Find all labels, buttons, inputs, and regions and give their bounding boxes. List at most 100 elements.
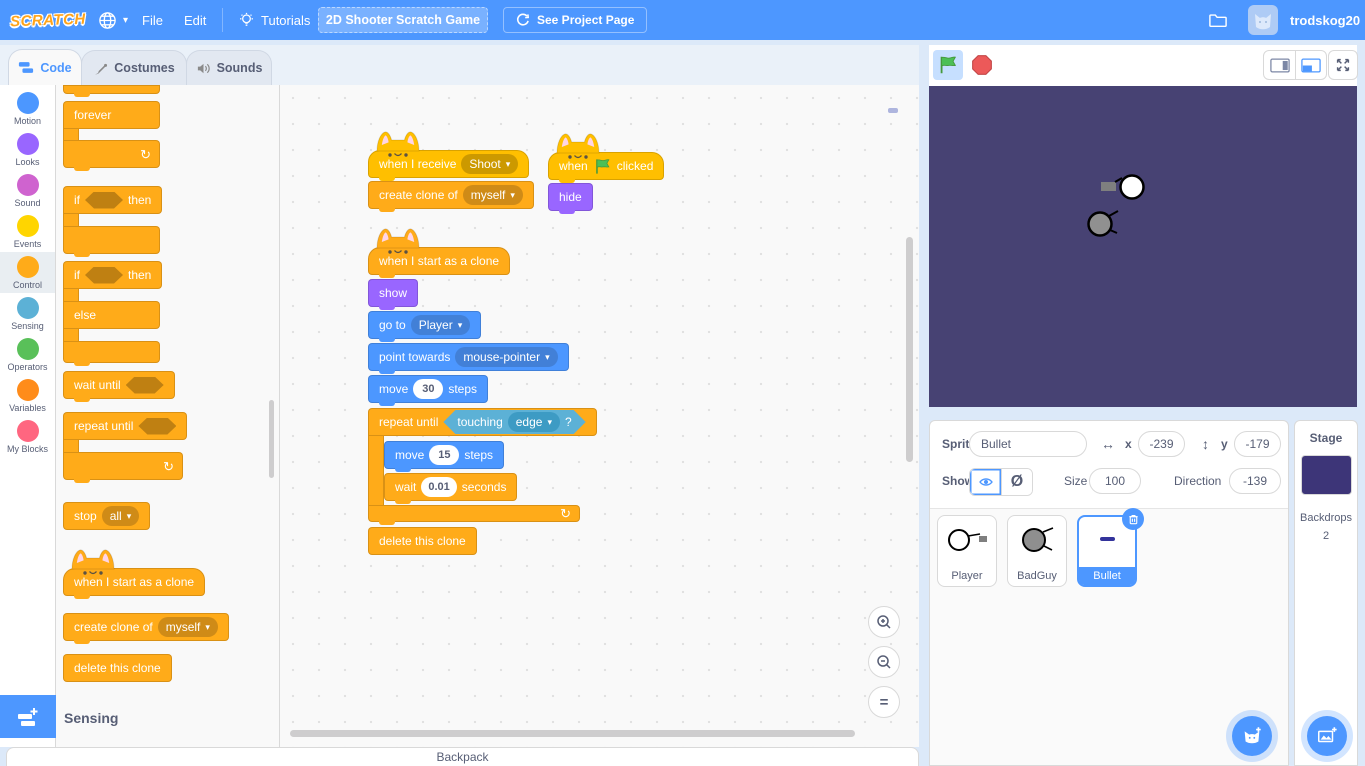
palette-block-if-else[interactable]: ifthen	[63, 261, 162, 289]
palette-scrollbar[interactable]	[269, 400, 274, 478]
palette-block-partial[interactable]	[63, 85, 160, 94]
palette-block-forever-end[interactable]: ↻	[63, 140, 160, 168]
broadcast-dropdown[interactable]: Shoot	[461, 154, 518, 174]
tab-code[interactable]: Code	[8, 49, 82, 85]
hide-sprite-button[interactable]: Ø	[1001, 469, 1032, 495]
palette-block-if-spine[interactable]	[63, 214, 79, 226]
boolean-slot[interactable]	[138, 418, 176, 435]
block-repeat-until[interactable]: repeat until touching edge ?	[368, 408, 597, 436]
palette-block-if-end[interactable]	[63, 226, 160, 254]
palette-block-wait-until[interactable]: wait until	[63, 371, 175, 399]
category-myblocks[interactable]: My Blocks	[0, 416, 55, 457]
block-point-towards[interactable]: point towards mouse-pointer	[368, 343, 569, 371]
palette-block-create-clone[interactable]: create clone ofmyself	[63, 613, 229, 641]
palette-block-delete-clone[interactable]: delete this clone	[63, 654, 172, 682]
block-move-15[interactable]: move 15 steps	[384, 441, 504, 469]
see-project-page-button[interactable]: See Project Page	[503, 7, 647, 33]
sprite-thumbnail-bullet[interactable]: Bullet	[1077, 515, 1137, 587]
fullscreen-button[interactable]	[1328, 50, 1358, 80]
scratch-logo[interactable]: SCRATCH	[9, 0, 86, 41]
palette-block-if-else-spine[interactable]	[63, 289, 79, 301]
move-steps-input[interactable]: 15	[429, 445, 459, 465]
large-stage-button[interactable]	[1295, 51, 1326, 79]
block-create-clone[interactable]: create clone of myself	[368, 181, 534, 209]
code-canvas[interactable]: when I receive Shoot create clone of mys…	[280, 85, 919, 747]
tab-sounds[interactable]: Sounds	[186, 50, 272, 85]
language-menu[interactable]: ▾	[90, 0, 136, 40]
sprite-direction-input[interactable]: -139	[1229, 468, 1281, 494]
palette-block-repeat-until-spine[interactable]	[63, 440, 79, 452]
block-touching-edge[interactable]: touching edge ?	[443, 410, 585, 434]
sprite-thumbnail-badguy[interactable]: BadGuy	[1007, 515, 1067, 587]
delete-sprite-button[interactable]	[1122, 508, 1144, 530]
clone-target-dropdown[interactable]: myself	[463, 185, 523, 205]
green-flag-button[interactable]	[933, 50, 963, 80]
zoom-in-button[interactable]	[868, 606, 900, 638]
sprite-name-input[interactable]: Bullet	[969, 431, 1087, 457]
account-menu[interactable]: trodskog20 ▾	[1282, 0, 1365, 40]
palette-block-if-else-spine2[interactable]	[63, 329, 79, 341]
palette-block-forever[interactable]: forever	[63, 101, 160, 129]
category-events[interactable]: Events	[0, 211, 55, 252]
category-sound[interactable]: Sound	[0, 170, 55, 211]
category-control[interactable]: Control	[0, 252, 55, 293]
block-when-start-clone[interactable]: when I start as a clone	[368, 247, 510, 275]
block-delete-clone[interactable]: delete this clone	[368, 527, 477, 555]
sprite-y-input[interactable]: -179	[1234, 431, 1281, 457]
palette-block-repeat-until-end[interactable]: ↻	[63, 452, 183, 480]
category-variables[interactable]: Variables	[0, 375, 55, 416]
boolean-slot[interactable]	[126, 377, 164, 394]
project-title-input[interactable]: 2D Shooter Scratch Game	[318, 7, 488, 33]
block-show[interactable]: show	[368, 279, 418, 307]
block-move-30[interactable]: move 30 steps	[368, 375, 488, 403]
zoom-reset-button[interactable]: =	[868, 686, 900, 718]
stop-button[interactable]	[967, 50, 997, 80]
touching-dropdown[interactable]: edge	[508, 412, 560, 432]
block-go-to[interactable]: go to Player	[368, 311, 481, 339]
my-stuff-button[interactable]	[1200, 0, 1236, 40]
block-wait-seconds[interactable]: wait 0.01 seconds	[384, 473, 517, 501]
category-motion[interactable]: Motion	[0, 88, 55, 129]
boolean-slot[interactable]	[85, 267, 123, 284]
boolean-slot[interactable]	[85, 192, 123, 209]
tutorials-button[interactable]: Tutorials	[230, 0, 318, 40]
point-towards-dropdown[interactable]: mouse-pointer	[455, 347, 557, 367]
palette-block-repeat-until[interactable]: repeat until	[63, 412, 187, 440]
add-sprite-button[interactable]	[1232, 716, 1272, 756]
block-repeat-until-end[interactable]: ↻	[368, 505, 580, 522]
palette-block-stop[interactable]: stopall	[63, 502, 150, 530]
canvas-horizontal-scrollbar[interactable]	[290, 730, 855, 737]
block-when-flag-clicked[interactable]: when clicked	[548, 152, 664, 180]
block-when-receive[interactable]: when I receive Shoot	[368, 150, 529, 178]
backpack-bar[interactable]: Backpack	[6, 747, 919, 766]
clone-target-dropdown[interactable]: myself	[158, 617, 218, 637]
palette-block-when-start-clone[interactable]: when I start as a clone	[63, 568, 205, 596]
stage-selector-panel[interactable]: Stage Backdrops 2	[1294, 420, 1358, 766]
add-backdrop-button[interactable]	[1307, 716, 1347, 756]
sprite-x-input[interactable]: -239	[1138, 431, 1185, 457]
category-sensing[interactable]: Sensing	[0, 293, 55, 334]
stage-sprite-badguy[interactable]	[1084, 206, 1124, 242]
backdrop-thumbnail[interactable]	[1301, 455, 1352, 495]
menu-edit[interactable]: Edit	[176, 0, 214, 40]
tab-costumes[interactable]: Costumes	[81, 50, 187, 85]
block-repeat-until-spine[interactable]	[368, 436, 384, 505]
category-operators[interactable]: Operators	[0, 334, 55, 375]
category-looks[interactable]: Looks	[0, 129, 55, 170]
palette-block-if-else-end[interactable]	[63, 341, 160, 363]
palette-block-if[interactable]: ifthen	[63, 186, 162, 214]
canvas-vertical-scrollbar[interactable]	[906, 237, 913, 462]
menu-file[interactable]: File	[134, 0, 171, 40]
add-extension-button[interactable]	[0, 695, 56, 738]
move-steps-input[interactable]: 30	[413, 379, 443, 399]
palette-block-forever-spine[interactable]	[63, 129, 79, 140]
block-hide[interactable]: hide	[548, 183, 593, 211]
sprite-size-input[interactable]: 100	[1089, 468, 1141, 494]
go-to-dropdown[interactable]: Player	[411, 315, 471, 335]
stage-viewport[interactable]	[929, 86, 1357, 407]
wait-seconds-input[interactable]: 0.01	[421, 477, 456, 497]
show-sprite-button[interactable]	[970, 469, 1001, 495]
stage-sprite-player[interactable]	[1099, 168, 1145, 208]
zoom-out-button[interactable]	[868, 646, 900, 678]
sprite-thumbnail-player[interactable]: Player	[937, 515, 997, 587]
